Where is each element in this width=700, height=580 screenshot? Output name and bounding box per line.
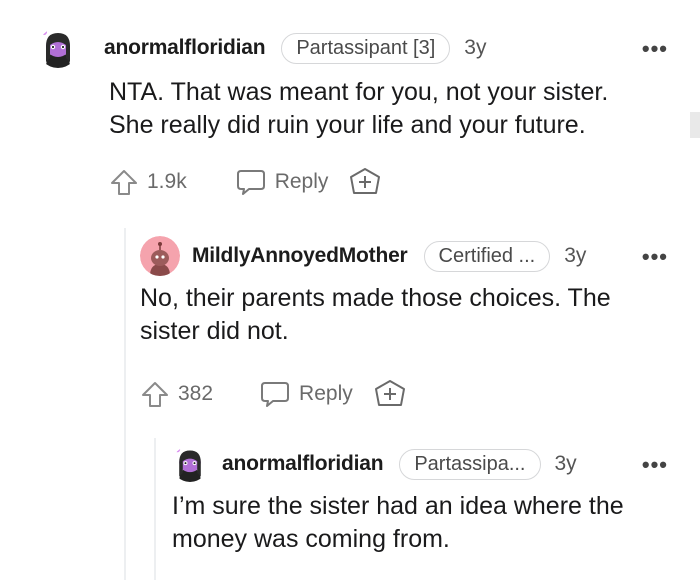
- add-award-button[interactable]: [348, 166, 382, 198]
- username[interactable]: anormalfloridian: [104, 36, 266, 60]
- vote-count: 382: [178, 382, 214, 405]
- comment: anormalfloridian Partassipa... 3y ••• I’…: [172, 444, 668, 556]
- timestamp: 3y: [464, 36, 487, 59]
- comment-actions: 1.9k Reply: [109, 166, 668, 198]
- reply-label: Reply: [274, 170, 329, 193]
- reply-button[interactable]: Reply: [235, 167, 329, 197]
- user-flair: Partassipant [3]: [281, 32, 451, 64]
- more-options-icon[interactable]: •••: [642, 36, 668, 62]
- user-flair: Partassipa...: [399, 448, 541, 480]
- comment-header: anormalfloridian Partassipa... 3y •••: [172, 444, 668, 484]
- comment-text-line: sister did not.: [140, 317, 289, 345]
- thread-line[interactable]: [154, 438, 156, 580]
- comment-text-line: No, their parents made those choices. Th…: [140, 284, 611, 312]
- avatar[interactable]: [38, 28, 78, 68]
- comment-text-line: NTA. That was meant for you, not your si…: [109, 78, 609, 106]
- comment-header: MildlyAnnoyedMother Certified ... 3y •••: [140, 236, 668, 276]
- thread-line[interactable]: [124, 228, 126, 580]
- comment-body: I’m sure the sister had an idea where th…: [172, 490, 668, 556]
- comment-text-line: I’m sure the sister had an idea where th…: [172, 492, 624, 520]
- username[interactable]: MildlyAnnoyedMother: [192, 244, 408, 268]
- timestamp: 3y: [564, 244, 587, 267]
- upvote-button[interactable]: 1.9k: [109, 167, 187, 197]
- comment-body: No, their parents made those choices. Th…: [140, 282, 668, 348]
- user-flair: Certified ...: [423, 240, 551, 272]
- more-options-icon[interactable]: •••: [642, 244, 668, 270]
- comment-actions: 382 Reply: [140, 378, 668, 410]
- more-options-icon[interactable]: •••: [642, 452, 668, 478]
- vote-count: 1.9k: [147, 170, 187, 193]
- upvote-arrow-icon: [109, 167, 139, 197]
- comment: MildlyAnnoyedMother Certified ... 3y •••…: [140, 236, 668, 410]
- speech-bubble-icon: [235, 167, 267, 197]
- username[interactable]: anormalfloridian: [222, 452, 384, 476]
- timestamp: 3y: [554, 452, 577, 475]
- avatar[interactable]: [140, 236, 180, 276]
- comment-text-line: money was coming from.: [172, 525, 450, 553]
- reply-button[interactable]: Reply: [259, 379, 353, 409]
- add-award-button[interactable]: [373, 378, 407, 410]
- upvote-button[interactable]: 382: [140, 379, 213, 409]
- avatar[interactable]: [172, 446, 208, 482]
- comment-header: anormalfloridian Partassipant [3] 3y •••: [38, 28, 668, 68]
- scroll-indicator: [690, 112, 700, 138]
- speech-bubble-icon: [259, 379, 291, 409]
- comment-text-line: She really did ruin your life and your f…: [109, 111, 586, 139]
- upvote-arrow-icon: [140, 379, 170, 409]
- add-award-icon: [348, 166, 382, 198]
- comment-body: NTA. That was meant for you, not your si…: [109, 76, 669, 142]
- add-award-icon: [373, 378, 407, 410]
- reply-label: Reply: [299, 382, 353, 405]
- comment: anormalfloridian Partassipant [3] 3y •••…: [38, 28, 668, 198]
